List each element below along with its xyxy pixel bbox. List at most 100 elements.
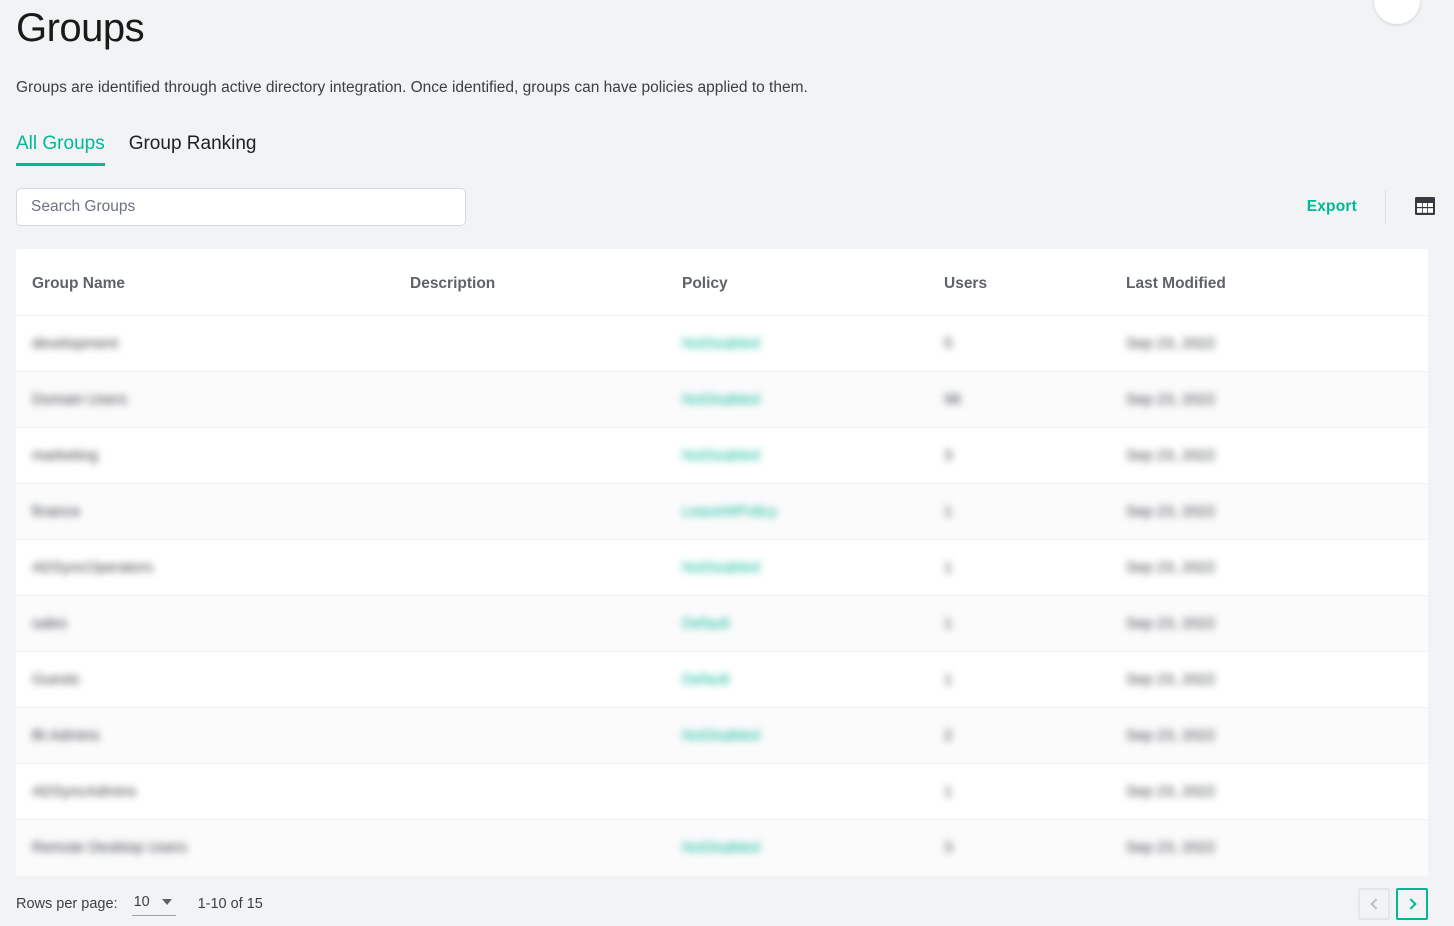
cell-users-value: 1 xyxy=(944,671,953,689)
cell-policy-value[interactable]: NoDisabled xyxy=(682,391,760,408)
table-toolbar: Export xyxy=(16,187,1438,227)
cell-group-name: Domain Users xyxy=(16,372,410,428)
table-row[interactable]: Remote Desktop Users NoDisabled 3 Sep 23, 2… xyxy=(16,819,1428,876)
cell-last-modified-value: Sep 23, 2022 xyxy=(1126,559,1216,577)
chevron-down-icon xyxy=(161,898,172,905)
cell-last-modified-value: Sep 23, 2022 xyxy=(1126,335,1216,353)
table-row[interactable]: BI Admins NoDisabled 2 Sep 23, 2022 xyxy=(16,707,1428,764)
cell-policy[interactable] xyxy=(682,764,944,820)
cell-users: 3 xyxy=(944,428,1126,484)
tab-group-ranking[interactable]: Group Ranking xyxy=(129,134,257,166)
cell-policy-value[interactable]: NoDisabled xyxy=(682,839,760,856)
column-header-users[interactable]: Users xyxy=(944,249,1126,316)
export-button[interactable]: Export xyxy=(1307,198,1385,216)
cell-last-modified-value: Sep 23, 2022 xyxy=(1126,447,1216,465)
cell-policy[interactable]: Default xyxy=(682,596,944,652)
previous-page-button[interactable] xyxy=(1358,887,1390,920)
cell-users: 2 xyxy=(944,708,1126,764)
cell-last-modified: Sep 23, 2022 xyxy=(1126,484,1428,540)
cell-users-value: 3 xyxy=(944,839,953,857)
table-grid-icon-button[interactable] xyxy=(1412,194,1438,220)
cell-group-name-value: sales xyxy=(32,615,68,633)
table-row[interactable]: development NoDisabled 5 Sep 23, 2022 xyxy=(16,315,1428,372)
cell-group-name: ADSyncOperators xyxy=(16,540,410,596)
table-row[interactable]: ADSyncAdmins 1 Sep 23, 2022 xyxy=(16,763,1428,820)
cell-last-modified-value: Sep 23, 2022 xyxy=(1126,671,1216,689)
cell-users: 1 xyxy=(944,652,1126,708)
cell-policy-value[interactable]: NoDisabled xyxy=(682,727,760,744)
cell-policy-value[interactable]: NoDisabled xyxy=(682,447,760,464)
rows-per-page-label: Rows per page: xyxy=(16,895,118,912)
cell-policy-value[interactable]: Default xyxy=(682,615,730,632)
cell-users: 1 xyxy=(944,540,1126,596)
cell-policy[interactable]: NoDisabled xyxy=(682,428,944,484)
page-subtitle: Groups are identified through active dir… xyxy=(16,79,808,96)
cell-policy-value[interactable]: Default xyxy=(682,671,730,688)
pagination-range-label: 1-10 of 15 xyxy=(197,895,263,912)
cell-group-name-value: BI Admins xyxy=(32,727,100,745)
cell-users: 1 xyxy=(944,484,1126,540)
tab-bar: All Groups Group Ranking xyxy=(16,126,1454,167)
page-title: Groups xyxy=(16,6,145,50)
cell-group-name: ADSyncAdmins xyxy=(16,764,410,820)
table-footer: Rows per page: 10 1-10 of 15 xyxy=(16,875,1428,926)
cell-last-modified: Sep 23, 2022 xyxy=(1126,316,1428,372)
groups-table-card: Group Name Description Policy Users Last… xyxy=(16,249,1428,876)
cell-policy[interactable]: NoDisabled xyxy=(682,316,944,372)
rows-per-page-value: 10 xyxy=(133,893,150,910)
cell-last-modified: Sep 23, 2022 xyxy=(1126,596,1428,652)
cell-policy[interactable]: NoDisabled xyxy=(682,708,944,764)
cell-policy[interactable]: NoDisabled xyxy=(682,820,944,876)
cell-users-value: 5 xyxy=(944,335,953,353)
cell-policy-value[interactable]: NoDisabled xyxy=(682,335,760,352)
table-row[interactable]: sales Default 1 Sep 23, 2022 xyxy=(16,595,1428,652)
cell-policy[interactable]: NoDisabled xyxy=(682,540,944,596)
cell-last-modified: Sep 23, 2022 xyxy=(1126,708,1428,764)
next-page-button[interactable] xyxy=(1396,887,1428,920)
cell-group-name: sales xyxy=(16,596,410,652)
column-header-policy[interactable]: Policy xyxy=(682,249,944,316)
groups-table: Group Name Description Policy Users Last… xyxy=(16,249,1428,876)
column-header-group-name[interactable]: Group Name xyxy=(16,249,410,316)
table-row[interactable]: marketing NoDisabled 3 Sep 23, 2022 xyxy=(16,427,1428,484)
cell-users: 98 xyxy=(944,372,1126,428)
cell-description xyxy=(410,596,682,652)
cell-users-value: 1 xyxy=(944,615,953,633)
cell-policy[interactable]: NoDisabled xyxy=(682,372,944,428)
cell-description xyxy=(410,652,682,708)
cell-last-modified-value: Sep 23, 2022 xyxy=(1126,503,1216,521)
cell-description xyxy=(410,820,682,876)
table-grid-icon xyxy=(1413,194,1437,221)
cell-group-name-value: Domain Users xyxy=(32,391,128,409)
cell-policy[interactable]: LeaveWPolicy xyxy=(682,484,944,540)
cell-users-value: 1 xyxy=(944,559,953,577)
column-header-last-modified[interactable]: Last Modified xyxy=(1126,249,1428,316)
column-header-description[interactable]: Description xyxy=(410,249,682,316)
rows-per-page-select[interactable]: 10 xyxy=(131,892,176,916)
cell-last-modified: Sep 23, 2022 xyxy=(1126,764,1428,820)
cell-policy-value[interactable]: NoDisabled xyxy=(682,559,760,576)
cell-policy-value[interactable]: LeaveWPolicy xyxy=(682,503,777,520)
cell-description xyxy=(410,708,682,764)
cell-last-modified: Sep 23, 2022 xyxy=(1126,372,1428,428)
table-row[interactable]: Guests Default 1 Sep 23, 2022 xyxy=(16,651,1428,708)
search-input[interactable] xyxy=(16,188,466,227)
table-row[interactable]: finance LeaveWPolicy 1 Sep 23, 2022 xyxy=(16,483,1428,540)
cell-last-modified-value: Sep 23, 2022 xyxy=(1126,783,1216,801)
table-row[interactable]: ADSyncOperators NoDisabled 1 Sep 23, 2022 xyxy=(16,539,1428,596)
cell-group-name: finance xyxy=(16,484,410,540)
table-body: development NoDisabled 5 Sep 23, 2022 Domain… xyxy=(16,315,1428,876)
cell-last-modified-value: Sep 23, 2022 xyxy=(1126,391,1216,409)
cell-description xyxy=(410,428,682,484)
cell-users-value: 2 xyxy=(944,727,953,745)
cell-policy[interactable]: Default xyxy=(682,652,944,708)
table-header-row: Group Name Description Policy Users Last… xyxy=(16,249,1428,316)
cell-group-name-value: development xyxy=(32,335,118,353)
tab-all-groups[interactable]: All Groups xyxy=(16,134,105,167)
rows-per-page-control: Rows per page: 10 1-10 of 15 xyxy=(16,892,263,916)
cell-group-name: development xyxy=(16,316,410,372)
table-row[interactable]: Domain Users NoDisabled 98 Sep 23, 2022 xyxy=(16,371,1428,428)
cell-last-modified-value: Sep 23, 2022 xyxy=(1126,839,1216,857)
cell-users-value: 3 xyxy=(944,447,953,465)
cell-users: 1 xyxy=(944,764,1126,820)
